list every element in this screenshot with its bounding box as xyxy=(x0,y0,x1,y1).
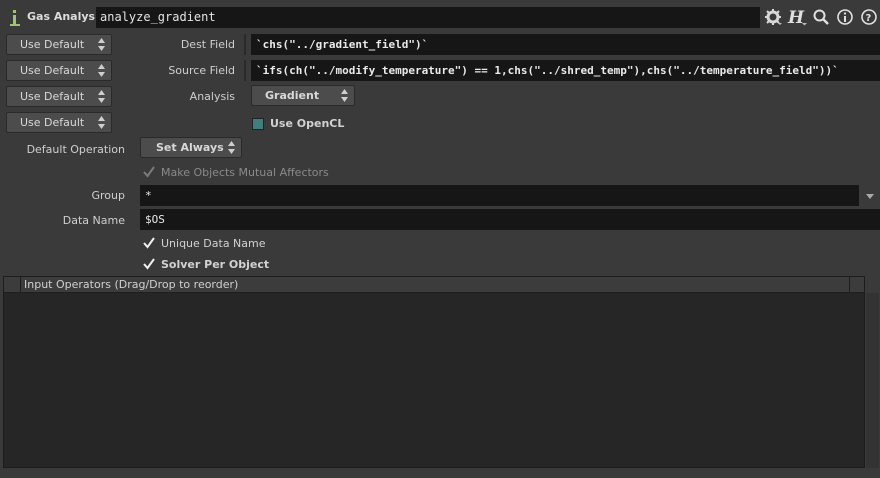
analysis-default-menu[interactable]: Use Default xyxy=(6,86,112,107)
source-field-default-menu-label: Use Default xyxy=(20,64,85,77)
data-name-input[interactable]: $OS xyxy=(140,209,880,230)
search-icon[interactable] xyxy=(812,8,830,26)
input-operators-title: Input Operators (Drag/Drop to reorder) xyxy=(24,278,239,291)
gear-icon[interactable] xyxy=(764,8,782,26)
dest-field-input[interactable]: `chs("../gradient_field")` xyxy=(251,34,880,55)
list-scrollbar[interactable] xyxy=(866,293,879,468)
input-operators-list[interactable] xyxy=(3,276,865,468)
help-h-icon[interactable]: H xyxy=(787,8,809,26)
svg-text:?: ? xyxy=(866,13,872,24)
updown-arrow-icon xyxy=(98,38,105,51)
source-field-label: Source Field xyxy=(168,64,235,77)
mutual-affectors-label: Make Objects Mutual Affectors xyxy=(161,166,329,179)
column-divider xyxy=(849,277,850,292)
input-operators-header: Input Operators (Drag/Drop to reorder) xyxy=(3,276,865,293)
dest-field-label: Dest Field xyxy=(180,38,235,51)
opencl-default-menu[interactable]: Use Default xyxy=(6,112,112,133)
info-icon[interactable] xyxy=(836,8,854,26)
updown-arrow-icon xyxy=(98,116,105,129)
source-field-default-menu[interactable]: Use Default xyxy=(6,60,112,81)
node-info-icon[interactable] xyxy=(8,7,22,27)
help-icon[interactable]: ? xyxy=(860,8,878,26)
dest-field-default-menu[interactable]: Use Default xyxy=(6,34,112,55)
analysis-menu[interactable]: Gradient xyxy=(251,85,355,106)
group-dropdown-icon[interactable] xyxy=(862,188,878,204)
source-field-input[interactable]: `ifs(ch("../modify_temperature") == 1,ch… xyxy=(251,60,880,81)
node-type-label: Gas Analysis xyxy=(27,10,106,23)
node-name-input[interactable]: analyze_gradient xyxy=(96,7,760,28)
default-operation-menu[interactable]: Set Always xyxy=(140,137,242,158)
unique-data-name-label: Unique Data Name xyxy=(161,237,266,250)
updown-arrow-icon xyxy=(98,64,105,77)
updown-arrow-icon xyxy=(228,141,235,154)
unique-data-name-checkbox[interactable] xyxy=(143,237,155,249)
updown-arrow-icon xyxy=(98,90,105,103)
analysis-default-menu-label: Use Default xyxy=(20,90,85,103)
column-divider xyxy=(20,277,21,292)
divider xyxy=(244,34,246,55)
use-opencl-checkbox[interactable] xyxy=(252,118,264,130)
solver-per-object-label: Solver Per Object xyxy=(161,258,270,271)
group-label: Group xyxy=(91,189,126,202)
divider xyxy=(244,60,246,81)
group-input[interactable]: * xyxy=(140,185,859,206)
solver-per-object-checkbox[interactable] xyxy=(143,258,155,270)
opencl-default-menu-label: Use Default xyxy=(20,116,85,129)
parameter-header: Gas Analysis analyze_gradient H ? xyxy=(0,0,880,33)
default-operation-value: Set Always xyxy=(156,141,224,154)
updown-arrow-icon xyxy=(341,89,348,102)
svg-text:H: H xyxy=(787,8,805,26)
analysis-label: Analysis xyxy=(189,90,235,103)
use-opencl-label: Use OpenCL xyxy=(270,117,345,130)
dest-field-default-menu-label: Use Default xyxy=(20,38,85,51)
analysis-menu-value: Gradient xyxy=(265,89,320,102)
default-operation-label: Default Operation xyxy=(26,143,125,156)
data-name-label: Data Name xyxy=(62,214,125,227)
mutual-affectors-checkbox[interactable] xyxy=(143,166,155,178)
